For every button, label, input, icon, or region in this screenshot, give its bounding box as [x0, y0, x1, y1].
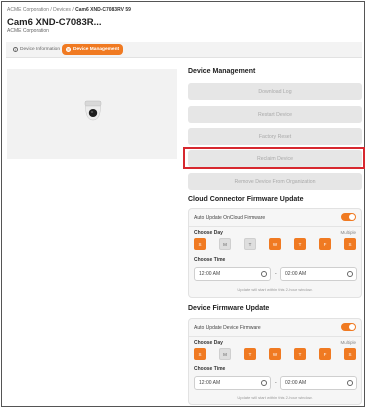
page-title: Cam6 XND-C7083R... [7, 17, 102, 28]
multiple-label: Multiple [340, 340, 356, 345]
day-wednesday-button[interactable]: W [269, 238, 281, 250]
choose-day-label: Choose Day [194, 340, 223, 346]
multiple-label: Multiple [340, 230, 356, 235]
reclaim-device-highlight [183, 147, 365, 169]
clock-icon [347, 271, 353, 277]
day-tuesday-button[interactable]: T [244, 238, 256, 250]
device-management-heading: Device Management [188, 68, 256, 75]
breadcrumb-separator: / [72, 7, 74, 13]
cloud-auto-update-toggle[interactable] [341, 213, 356, 221]
day-sunday-button[interactable]: S [194, 238, 206, 250]
tab-label: Device Information [20, 47, 60, 52]
cloud-firmware-card: Auto Update OnCloud Firmware Choose Day … [188, 208, 362, 298]
gear-icon: ⚙ [66, 46, 71, 52]
time-range-dash: - [275, 271, 277, 277]
start-time-value: 12:00 AM [199, 380, 221, 386]
end-time-value: 02:00 AM [285, 380, 307, 386]
day-monday-button[interactable]: M [219, 238, 231, 250]
breadcrumb: ACME Corporation / Devices / Cam6 XND-C7… [7, 7, 131, 13]
device-day-picker: S M T W T F S [194, 348, 356, 360]
device-image [7, 69, 177, 159]
time-range-dash: - [275, 380, 277, 386]
choose-time-label: Choose Time [194, 366, 226, 372]
start-time-value: 12:00 AM [199, 271, 221, 277]
day-tuesday-button[interactable]: T [244, 348, 256, 360]
day-saturday-button[interactable]: S [344, 348, 356, 360]
choose-day-label: Choose Day [194, 230, 223, 236]
tab-device-management[interactable]: ⚙ Device Management [62, 44, 124, 55]
breadcrumb-devices[interactable]: Devices [53, 7, 71, 13]
day-saturday-button[interactable]: S [344, 238, 356, 250]
device-auto-update-toggle[interactable] [341, 323, 356, 331]
cloud-auto-update-label: Auto Update OnCloud Firmware [194, 215, 266, 221]
divider [189, 336, 361, 337]
app-window: ACME Corporation / Devices / Cam6 XND-C7… [1, 1, 365, 407]
day-friday-button[interactable]: F [319, 238, 331, 250]
cloud-firmware-heading: Cloud Connector Firmware Update [188, 196, 304, 203]
cloud-end-time-input[interactable]: 02:00 AM [280, 267, 357, 281]
breadcrumb-separator: / [50, 7, 52, 13]
day-wednesday-button[interactable]: W [269, 348, 281, 360]
download-log-button[interactable]: Download Log [188, 83, 362, 100]
breadcrumb-current: Cam6 XND-C7083RV 59 [75, 7, 131, 13]
day-monday-button[interactable]: M [219, 348, 231, 360]
window-note: Update will start within this 2-hour win… [237, 287, 313, 292]
clock-icon [261, 271, 267, 277]
tab-device-information[interactable]: i Device Information [9, 44, 64, 55]
divider [189, 226, 361, 227]
choose-time-label: Choose Time [194, 257, 226, 263]
window-note: Update will start within this 2-hour win… [237, 395, 313, 400]
clock-icon [261, 380, 267, 386]
clock-icon [347, 380, 353, 386]
tab-label: Device Management [73, 47, 120, 52]
end-time-value: 02:00 AM [285, 271, 307, 277]
day-thursday-button[interactable]: T [294, 238, 306, 250]
restart-device-button[interactable]: Restart Device [188, 106, 362, 123]
breadcrumb-org[interactable]: ACME Corporation [7, 7, 49, 13]
device-firmware-card: Auto Update Device Firmware Choose Day M… [188, 318, 362, 405]
device-auto-update-label: Auto Update Device Firmware [194, 325, 261, 331]
factory-reset-button[interactable]: Factory Reset [188, 128, 362, 145]
device-end-time-input[interactable]: 02:00 AM [280, 376, 357, 390]
day-thursday-button[interactable]: T [294, 348, 306, 360]
remove-device-button[interactable]: Remove Device From Organization [188, 173, 362, 190]
info-icon: i [13, 47, 18, 52]
cloud-start-time-input[interactable]: 12:00 AM [194, 267, 271, 281]
day-sunday-button[interactable]: S [194, 348, 206, 360]
tab-bar: i Device Information ⚙ Device Management [6, 42, 362, 58]
dome-camera-image [84, 100, 102, 121]
cloud-day-picker: S M T W T F S [194, 238, 356, 250]
page-subtitle: ACME Corporation [7, 28, 49, 34]
device-start-time-input[interactable]: 12:00 AM [194, 376, 271, 390]
device-firmware-heading: Device Firmware Update [188, 305, 270, 312]
day-friday-button[interactable]: F [319, 348, 331, 360]
